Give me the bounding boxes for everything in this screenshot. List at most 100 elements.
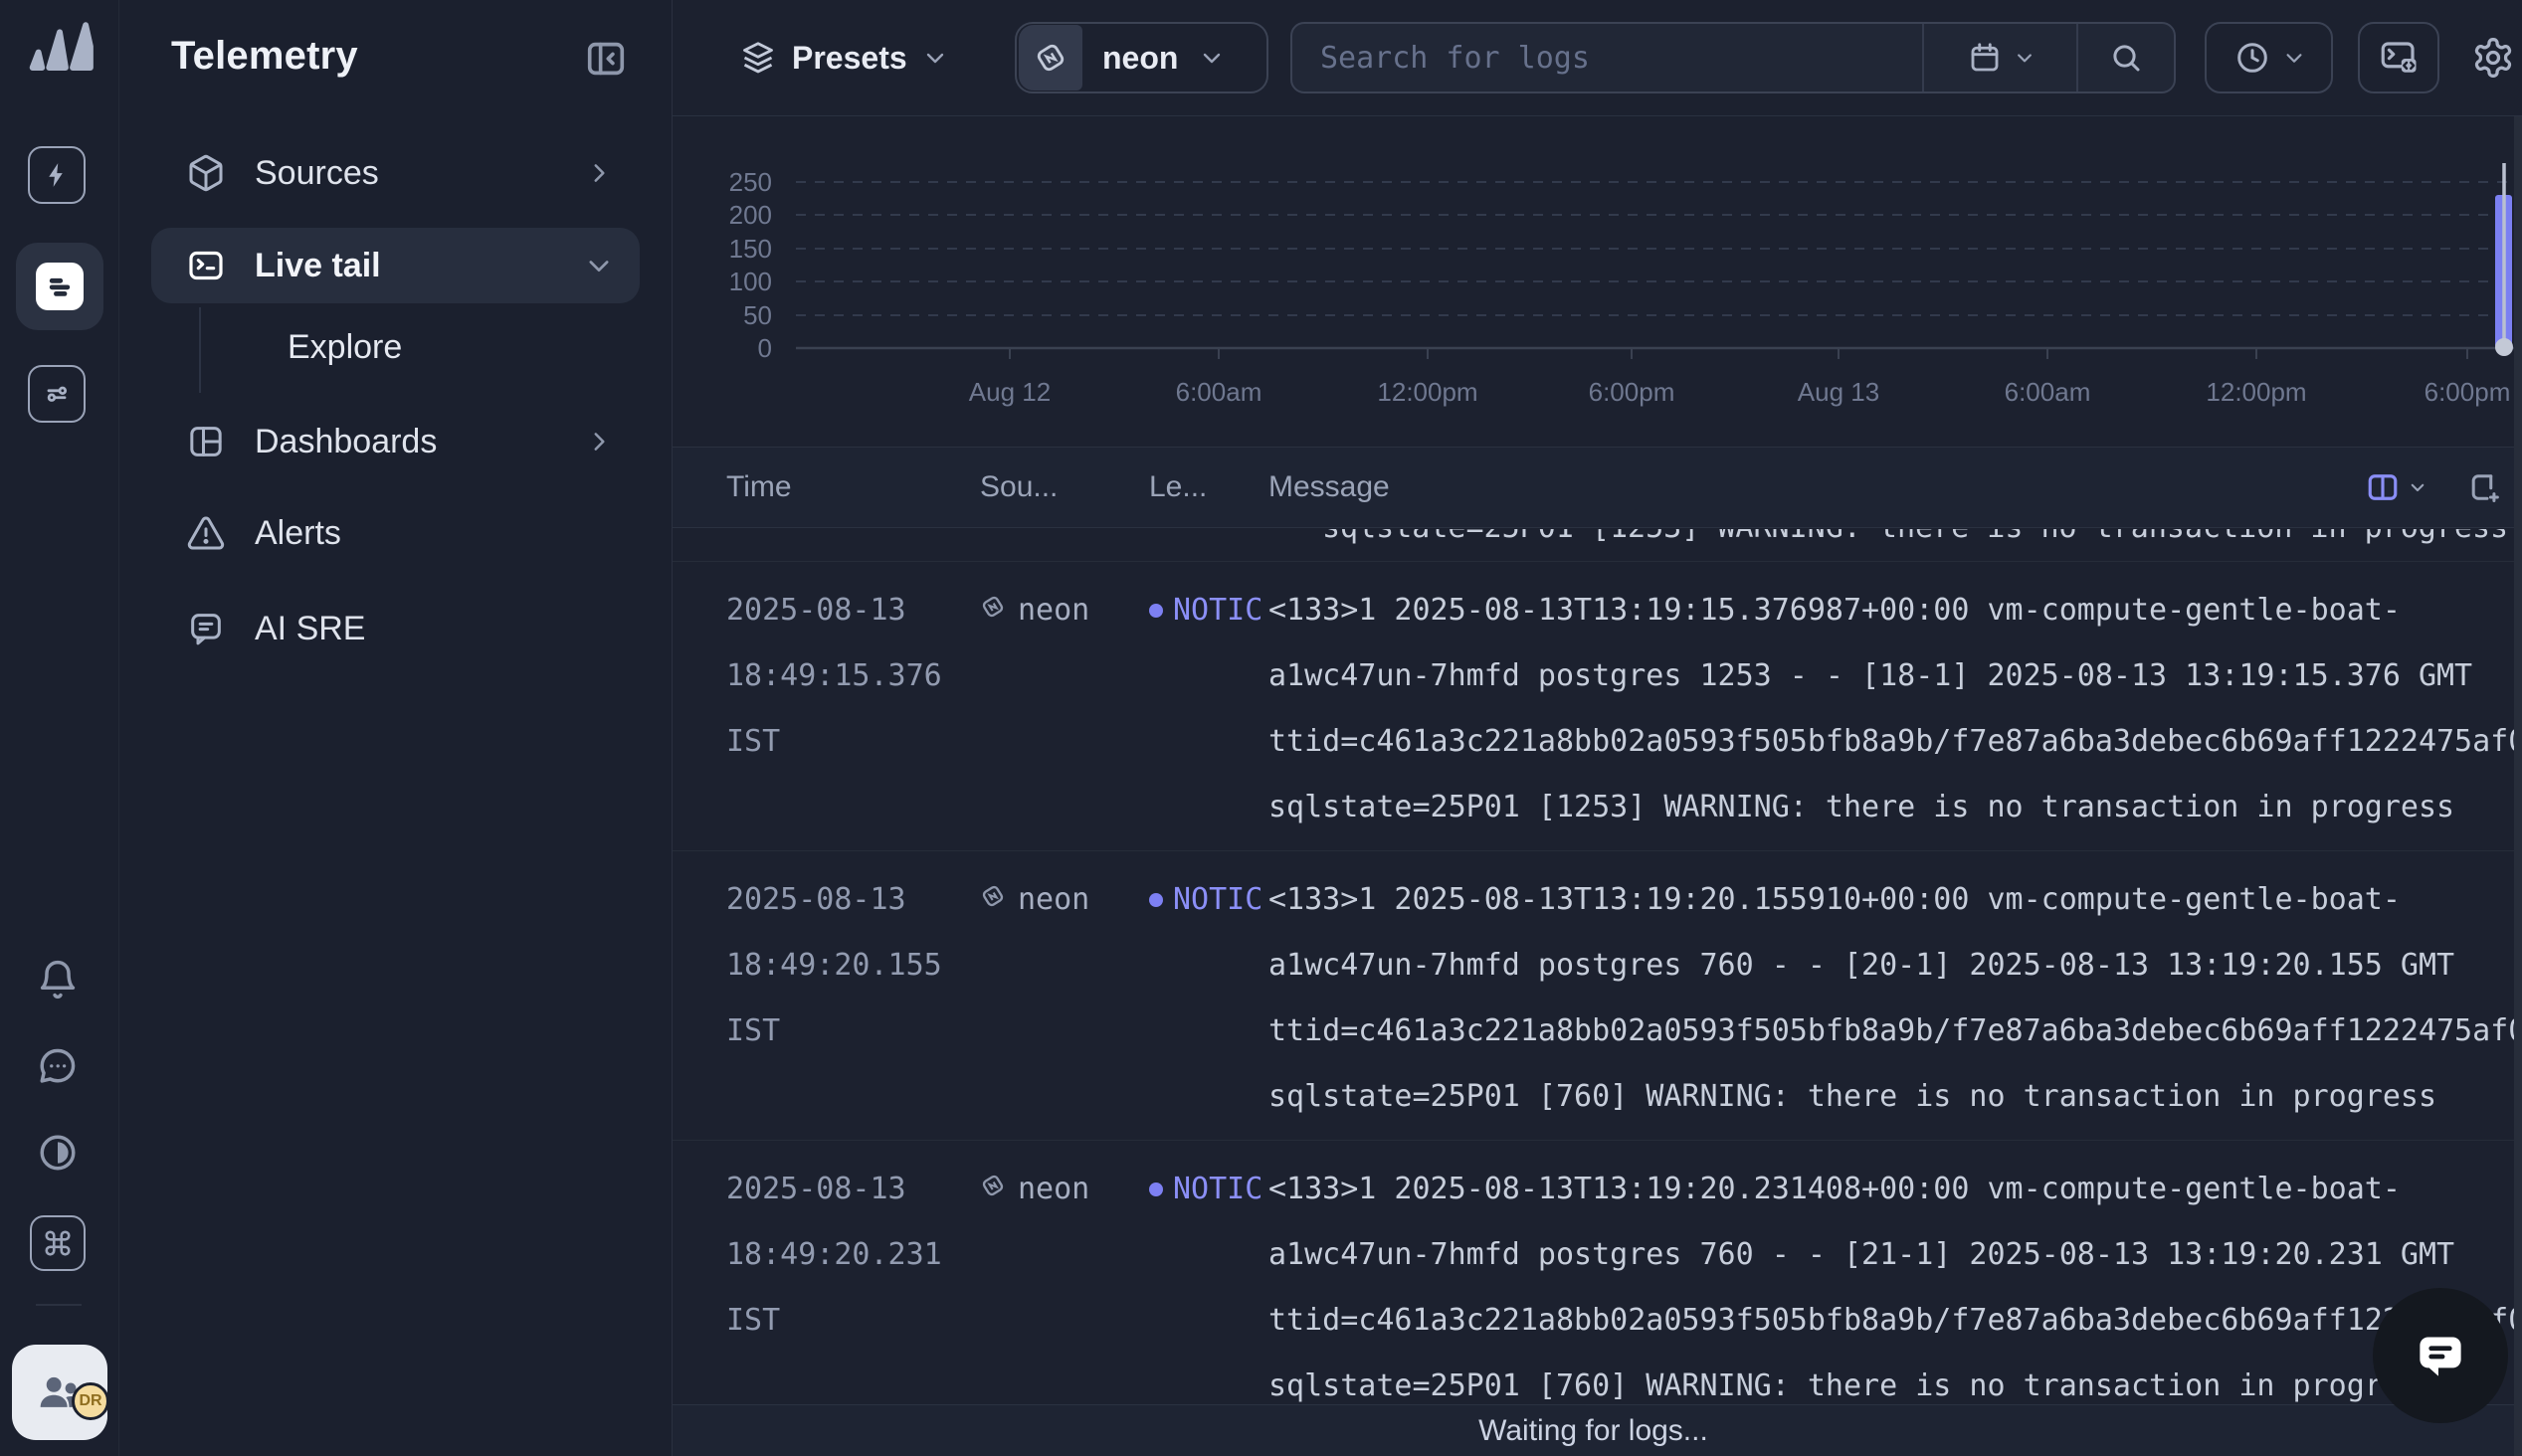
collapse-sidebar-icon[interactable] [583,36,629,82]
y-tick: 200 [673,200,772,230]
sidebar-item-explore[interactable]: Explore [151,311,640,383]
x-tick: Aug 12 [930,377,1089,407]
sidebar: Telemetry Sources [119,0,673,1456]
y-tick: 150 [673,234,772,264]
terminal-code-button[interactable] [2358,22,2439,93]
log-level-label: NOTIC [1173,1157,1262,1222]
time-range-dropdown[interactable] [2205,22,2333,93]
metrics-sliders-icon[interactable] [28,365,86,423]
app-window: DR Telemetry Sources [0,0,2522,1456]
command-shortcuts-icon[interactable] [30,1215,86,1271]
live-cursor-dot [2495,338,2513,356]
log-source-label: neon [1018,578,1089,643]
sidebar-item-ai-sre[interactable]: AI SRE [151,593,640,664]
icon-rail: DR [0,0,119,1456]
source-filter-label: neon [1102,40,1178,77]
x-tick: 12:00pm [2177,377,2336,407]
search-input[interactable] [1292,24,1922,91]
level-dot-icon [1149,604,1163,618]
chevron-right-icon [584,427,614,456]
log-time: 2025-08-13 18:49:20.231 IST [726,1157,980,1404]
rail-divider [36,1304,82,1306]
y-tick: 250 [673,167,772,197]
presets-button[interactable]: Presets [740,22,947,93]
log-volume-chart[interactable]: 0 50 100 150 200 250 Aug 12 6:00am 12:00… [673,116,2522,447]
y-tick: 100 [673,267,772,296]
neon-source-icon [980,883,1006,909]
terminal-code-icon [2378,37,2420,79]
column-header-level[interactable]: Le... [1149,470,1268,504]
log-table-header: Time Sou... Le... Message [673,447,2522,528]
log-source: neon [980,867,1149,1130]
sidebar-item-label: Live tail [255,247,381,285]
presets-label: Presets [792,40,907,77]
chat-bubble-icon [185,608,227,649]
sidebar-item-live-tail[interactable]: Live tail [151,228,640,303]
logs-nav-active[interactable] [16,243,103,330]
x-tick: Aug 13 [1759,377,1918,407]
log-row[interactable]: 2025-08-13 18:49:20.155 IST neon NOTIC <… [673,850,2514,1140]
source-filter-dropdown[interactable]: neon [1015,22,1268,93]
column-header-source[interactable]: Sou... [980,470,1149,504]
theme-contrast-icon[interactable] [35,1130,81,1176]
log-message: <133>1 2025-08-13T13:19:20.231408+00:00 … [1268,1157,2514,1404]
alert-triangle-icon [185,512,227,554]
logs-icon [36,263,84,310]
sidebar-item-dashboards[interactable]: Dashboards [151,406,640,477]
flash-icon[interactable] [28,146,86,204]
log-search-bar [1290,22,2176,93]
sidebar-item-label: Sources [255,154,379,193]
page-title: Telemetry [171,34,358,79]
log-row-clipped[interactable]: sqlstate=25P01 [1253] WARNING: there is … [673,529,2514,561]
log-message: <133>1 2025-08-13T13:19:20.155910+00:00 … [1268,867,2514,1130]
chevron-down-icon [2283,47,2305,69]
status-bar: Waiting for logs... [673,1404,2514,1456]
columns-layout-button[interactable] [2365,469,2426,505]
clock-icon [2233,39,2271,77]
sidebar-item-label: Explore [288,328,402,367]
log-level: NOTIC [1149,867,1268,1130]
settings-gear-icon[interactable] [2471,36,2515,80]
x-tick: 6:00am [1968,377,2127,407]
y-tick: 0 [673,333,772,363]
chat-widget-button[interactable] [2373,1288,2508,1423]
package-icon [185,152,227,194]
add-column-button[interactable] [2466,469,2502,505]
columns-icon [2365,469,2401,505]
log-level-label: NOTIC [1173,867,1262,933]
sidebar-header: Telemetry [119,0,672,116]
sidebar-item-sources[interactable]: Sources [151,137,640,209]
column-header-time[interactable]: Time [726,470,980,504]
log-row[interactable]: 2025-08-13 18:49:15.376 IST neon NOTIC <… [673,561,2514,850]
feedback-chat-icon[interactable] [35,1044,81,1090]
user-initials-badge[interactable]: DR [72,1382,109,1420]
chat-bubble-icon [2408,1323,2473,1388]
search-icon [2108,40,2144,76]
log-message: sqlstate=25P01 [1253] WARNING: there is … [1322,529,2514,561]
log-time: 2025-08-13 18:49:15.376 IST [726,578,980,840]
chevron-right-icon [584,158,614,188]
chevron-down-icon [584,251,614,280]
x-tick: 12:00pm [1348,377,1507,407]
level-dot-icon [1149,1183,1163,1196]
x-tick: 6:00pm [2388,377,2522,407]
log-row[interactable]: 2025-08-13 18:49:20.231 IST neon NOTIC <… [673,1140,2514,1404]
bell-icon[interactable] [35,957,81,1002]
sidebar-item-alerts[interactable]: Alerts [151,497,640,569]
search-submit-button[interactable] [2078,24,2174,91]
middleware-logo-icon[interactable] [22,16,97,82]
dashboard-grid-icon [185,421,227,462]
sidebar-item-label: AI SRE [255,610,365,648]
neon-logo-icon [1019,25,1082,91]
log-source: neon [980,578,1149,840]
log-level: NOTIC [1149,1157,1268,1404]
calendar-dropdown-button[interactable] [1924,24,2076,91]
level-dot-icon [1149,893,1163,907]
topbar: Presets neon [673,0,2522,116]
calendar-icon [1967,40,2003,76]
layers-icon [740,40,776,76]
scrollbar[interactable] [2514,116,2522,1456]
chevron-down-icon [2409,478,2426,496]
column-header-message[interactable]: Message [1268,470,2522,504]
waiting-status: Waiting for logs... [1478,1414,1708,1448]
